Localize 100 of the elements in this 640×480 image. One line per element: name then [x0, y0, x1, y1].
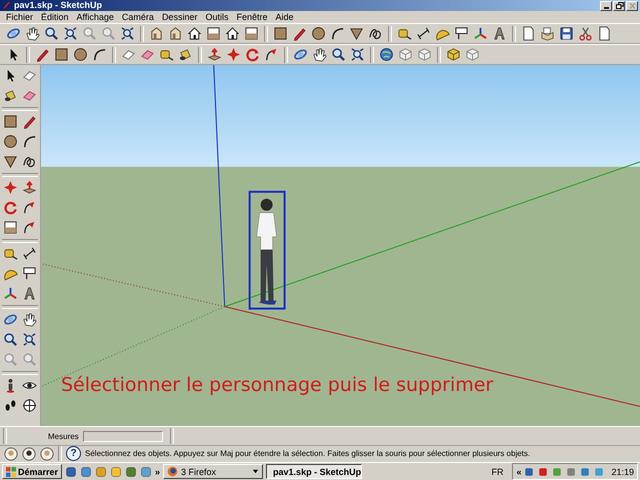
- menu-item[interactable]: Fichier: [2, 11, 38, 23]
- quick-launch-icon[interactable]: [95, 466, 108, 478]
- move-icon[interactable]: [3, 180, 18, 195]
- menu-item[interactable]: Outils: [201, 11, 232, 23]
- letter-shape-icon[interactable]: [492, 26, 507, 41]
- zoom-extents-icon[interactable]: [22, 332, 37, 347]
- follow-me-icon[interactable]: [264, 47, 279, 62]
- help-icon[interactable]: ?: [66, 446, 81, 462]
- orbit-icon[interactable]: [293, 47, 308, 62]
- menu-item[interactable]: Affichage: [72, 11, 118, 23]
- menu-item[interactable]: Dessiner: [158, 11, 202, 23]
- label-icon[interactable]: [454, 26, 469, 41]
- orbit-icon[interactable]: [3, 312, 18, 327]
- orbit-icon[interactable]: [6, 26, 21, 41]
- cube-icon[interactable]: [465, 47, 480, 62]
- house-icon[interactable]: [168, 26, 183, 41]
- circle-icon[interactable]: [311, 26, 326, 41]
- taskbar-button[interactable]: pav1.skp - SketchUp: [266, 464, 362, 479]
- circle-icon[interactable]: [3, 134, 18, 149]
- square-icon[interactable]: [54, 47, 69, 62]
- more-button[interactable]: »: [155, 466, 160, 476]
- follow-me-icon[interactable]: [22, 200, 37, 215]
- arc-icon[interactable]: [330, 26, 345, 41]
- zoom-extents-icon[interactable]: [350, 47, 365, 62]
- house-icon[interactable]: [187, 26, 202, 41]
- quick-launch-icon[interactable]: [110, 466, 122, 478]
- arc-icon[interactable]: [22, 134, 37, 149]
- axes-icon[interactable]: [3, 286, 18, 301]
- quick-launch-icon[interactable]: [125, 466, 138, 478]
- quick-launch-icon[interactable]: [65, 466, 78, 478]
- window-title: pav1.skp - SketchUp: [14, 0, 102, 11]
- pencil-icon[interactable]: [22, 114, 37, 129]
- close-button[interactable]: [626, 0, 638, 10]
- compass-icon[interactable]: [22, 398, 37, 413]
- squiggle-icon[interactable]: [368, 26, 383, 41]
- magnifier-icon[interactable]: [331, 47, 346, 62]
- menu-item[interactable]: Aide: [272, 11, 298, 23]
- follow-me-icon[interactable]: [22, 220, 37, 235]
- square-icon[interactable]: [273, 26, 288, 41]
- page-icon[interactable]: [521, 26, 536, 41]
- round-status-icon[interactable]: [4, 446, 18, 461]
- page-icon[interactable]: [597, 26, 612, 41]
- dimension-icon[interactable]: [416, 26, 431, 41]
- quick-launch-icon[interactable]: [80, 466, 92, 478]
- globe-icon[interactable]: [379, 47, 394, 62]
- measure-label: Mesures: [48, 432, 79, 441]
- magnifier-icon[interactable]: [44, 26, 59, 41]
- zoom-extents-icon[interactable]: [63, 26, 78, 41]
- start-button[interactable]: Démarrer: [2, 464, 62, 479]
- paint-bucket-icon[interactable]: [178, 47, 193, 62]
- cube-icon[interactable]: [417, 47, 432, 62]
- tray-expand-button[interactable]: «: [516, 466, 522, 476]
- label-icon[interactable]: [22, 266, 37, 281]
- hand-icon[interactable]: [25, 26, 40, 41]
- panel-icon[interactable]: [3, 220, 18, 235]
- zoom-extents-icon[interactable]: [120, 26, 135, 41]
- instruction-text: Sélectionner le personnage puis le supprimer: [61, 374, 494, 396]
- restore-button[interactable]: [613, 0, 625, 10]
- arc-icon[interactable]: [92, 47, 107, 62]
- pencil-icon[interactable]: [292, 26, 307, 41]
- round-status-icon[interactable]: [22, 446, 36, 461]
- pencil-icon[interactable]: [35, 47, 50, 62]
- open-box-icon[interactable]: [540, 26, 555, 41]
- tray-icon[interactable]: [523, 466, 536, 478]
- language-indicator[interactable]: FR: [491, 466, 504, 476]
- hand-icon[interactable]: [22, 312, 37, 327]
- panel-icon[interactable]: [206, 26, 221, 41]
- paint-bucket-icon[interactable]: [3, 88, 18, 103]
- minimize-button[interactable]: [600, 0, 612, 10]
- push-pull-icon[interactable]: [22, 180, 37, 195]
- quick-launch-icon[interactable]: [140, 466, 152, 478]
- footprints-icon[interactable]: [3, 398, 18, 413]
- taskbar-button[interactable]: 3 Firefox: [163, 464, 264, 479]
- circle-icon[interactable]: [73, 47, 88, 62]
- rotate-icon[interactable]: [245, 47, 260, 62]
- round-status-icon[interactable]: [40, 446, 54, 461]
- axes-icon[interactable]: [473, 26, 488, 41]
- triangle-icon[interactable]: [3, 154, 18, 169]
- triangle-icon[interactable]: [349, 26, 364, 41]
- magnifier-icon[interactable]: [3, 332, 18, 347]
- menu-item[interactable]: Fenêtre: [232, 11, 272, 23]
- tray-icon[interactable]: [579, 466, 592, 478]
- dimension-icon[interactable]: [22, 246, 37, 261]
- tray-icon[interactable]: [565, 466, 578, 478]
- measure-field[interactable]: [82, 430, 163, 442]
- panel-icon[interactable]: [244, 26, 259, 41]
- menu-item[interactable]: Édition: [37, 11, 73, 23]
- scissors-icon[interactable]: [578, 26, 593, 41]
- house-icon[interactable]: [225, 26, 240, 41]
- cube-icon[interactable]: [446, 47, 461, 62]
- rotate-icon[interactable]: [3, 200, 18, 215]
- square-icon[interactable]: [3, 114, 18, 129]
- squiggle-icon[interactable]: [22, 154, 37, 169]
- menu-item[interactable]: Caméra: [118, 11, 158, 23]
- move-icon[interactable]: [226, 47, 241, 62]
- push-pull-icon[interactable]: [207, 47, 222, 62]
- tray-icon[interactable]: [537, 466, 550, 478]
- letter-shape-icon[interactable]: [22, 286, 37, 301]
- hand-icon[interactable]: [312, 47, 327, 62]
- house-icon[interactable]: [149, 26, 164, 41]
